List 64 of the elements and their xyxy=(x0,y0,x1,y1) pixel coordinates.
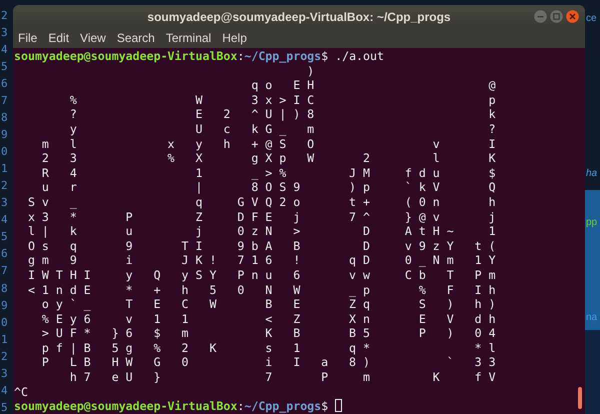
output-line: x 3 * P Z D F E j 7 ^ } @ v j xyxy=(26,210,496,224)
output-line: u r | 8 O S 9 ) p ` k V Q xyxy=(40,180,496,195)
code-text: na xyxy=(585,311,598,324)
output-line: q o E H @ xyxy=(250,78,496,93)
output-line: o y ` _ T E C W B E Z q S ) h ) xyxy=(40,297,496,312)
menu-item[interactable]: Terminal xyxy=(166,31,212,45)
output-line: ^C xyxy=(14,384,28,400)
line-number: 5 xyxy=(1,402,8,414)
window-title: soumyadeep@soumyadeep-VirtualBox: ~/Cpp_progs xyxy=(147,10,451,24)
line-number: 5 xyxy=(1,61,8,74)
line-number: 2 xyxy=(1,350,8,363)
line-number: 0 xyxy=(1,146,8,158)
output-line: h 7 e U } 7 P m K f V xyxy=(68,370,496,385)
output-line: P L B H W G 0 i I a 8 ) ` 3 3 xyxy=(40,355,496,370)
output-line: S v _ q G V Q 2 o t + ( 0 n h xyxy=(26,194,496,210)
line-number: 3 xyxy=(1,368,8,380)
line-number: 1 xyxy=(1,163,8,176)
code-text: ce xyxy=(585,12,597,25)
line-number: 9 xyxy=(1,129,8,142)
line-number: 3 xyxy=(1,197,8,210)
scrollbar-thumb[interactable] xyxy=(578,387,582,409)
code-text: pp xyxy=(585,216,598,229)
output-line: l | k u j 0 z N > D A t H ~ 1 xyxy=(26,224,496,239)
line-number: 4 xyxy=(1,44,8,56)
close-button[interactable] xyxy=(566,10,579,23)
menu-item[interactable]: Search xyxy=(116,31,155,45)
output-line: R 4 1 _ > % J M f d u $ xyxy=(40,166,496,180)
line-number: 2 xyxy=(1,10,8,22)
line-number: 4 xyxy=(1,384,8,397)
line-number: 2 xyxy=(1,180,8,192)
line-number: 8 xyxy=(1,112,8,124)
code-text: ha xyxy=(585,167,598,180)
menu-item[interactable]: Help xyxy=(222,31,247,45)
prompt-line: soumyadeep@soumyadeep-VirtualBox:~/Cpp_progs$ xyxy=(14,399,342,414)
output-line: ? E 2 ^ U | ) 8 k xyxy=(68,107,496,122)
prompt-line: soumyadeep@soumyadeep-VirtualBox:~/Cpp_progs$ ./a.out xyxy=(14,49,384,64)
output-line: 2 3 % X g X p W 2 l K xyxy=(40,151,496,166)
output-line: p f | B 5 g % 2 K s 1 q * * l xyxy=(40,340,496,356)
output-line: I W T H I y Q y S Y P n u 6 v w C b T P m xyxy=(26,268,496,282)
line-number: 7 xyxy=(1,95,8,108)
line-number: 7 xyxy=(1,265,8,278)
output-line: ) xyxy=(306,64,314,78)
line-number: 1 xyxy=(1,334,8,346)
maximize-button[interactable] xyxy=(550,10,563,23)
output-line: m l x y h + @ S O v I xyxy=(40,136,496,152)
output-line: % W 3 x > I C p xyxy=(68,92,496,108)
output-line: O s q 9 T I 9 b A B D v 9 z Y t ( xyxy=(26,238,496,254)
output-line: g m 9 i J K ! 7 1 6 ! q D 0 _ N m 1 Y xyxy=(26,253,496,268)
minimize-button[interactable] xyxy=(534,10,547,23)
menu-item[interactable]: View xyxy=(80,31,106,45)
line-number: 5 xyxy=(1,231,8,244)
output-line: > U F * } 6 $ m K B B 5 P ) 0 4 xyxy=(40,326,496,341)
output-line: < 1 n d E * + h 5 0 N W _ p % F I h xyxy=(26,282,496,298)
line-number: 9 xyxy=(1,300,8,312)
line-number: 3 xyxy=(1,27,8,40)
line-number: 0 xyxy=(1,316,8,329)
menu-item[interactable]: File xyxy=(18,31,38,45)
line-number: 4 xyxy=(1,214,8,226)
output-line: y U c k G _ m ? xyxy=(68,122,496,137)
menu-item[interactable]: Edit xyxy=(48,31,70,45)
output-line: % E y 6 v 1 1 < Z X n E V d h xyxy=(40,312,496,326)
line-number: 6 xyxy=(1,248,8,260)
line-number: 6 xyxy=(1,78,8,90)
line-number: 8 xyxy=(1,282,8,294)
